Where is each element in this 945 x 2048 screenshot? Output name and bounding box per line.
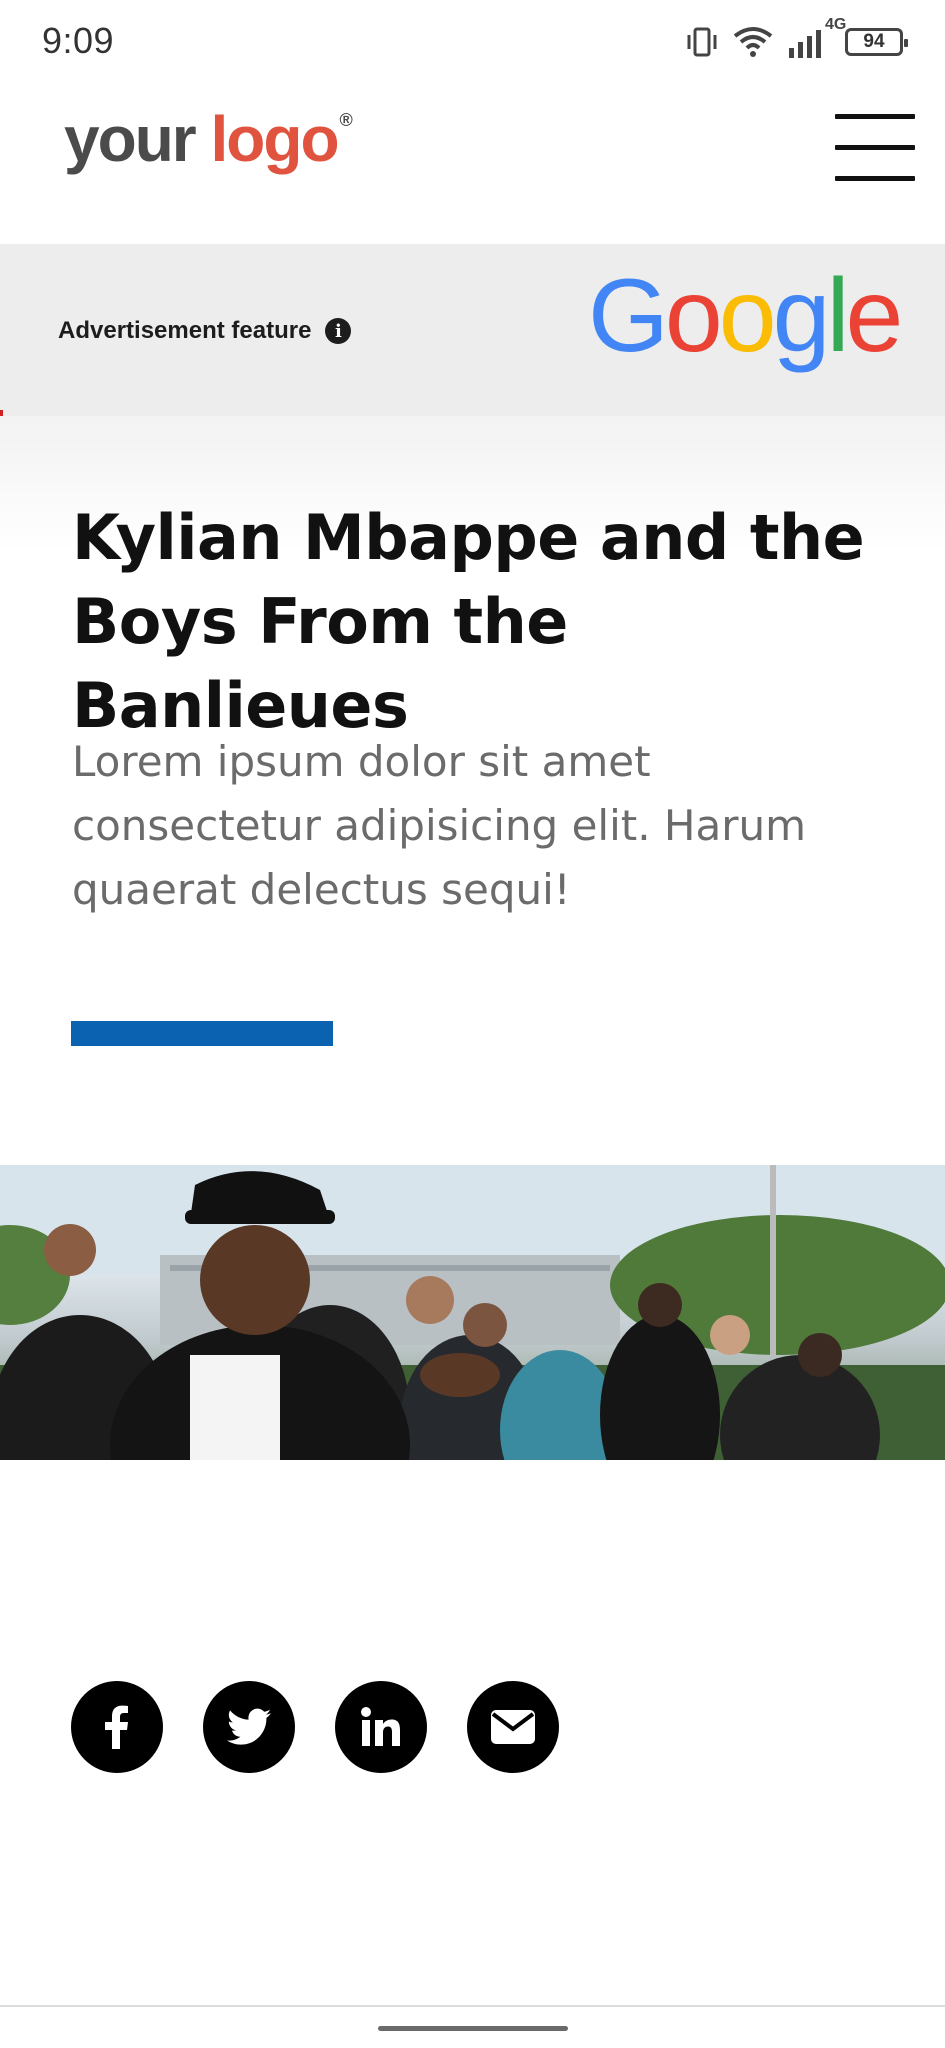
email-icon (491, 1710, 535, 1744)
site-header: your logo ® (0, 84, 945, 244)
article-lede: Lorem ipsum dolor sit amet consectetur a… (72, 737, 807, 914)
logo-text-your: your (64, 103, 197, 175)
wifi-icon (733, 27, 773, 57)
network-type: 4G (825, 16, 847, 33)
hamburger-line (835, 176, 915, 181)
site-logo[interactable]: your logo ® (64, 102, 353, 176)
hamburger-line (835, 114, 915, 119)
share-email-button[interactable] (467, 1681, 559, 1773)
hamburger-menu-icon[interactable] (835, 114, 915, 182)
logo-text-logo: logo (210, 103, 339, 175)
google-letter: o (664, 258, 723, 374)
hamburger-line (835, 145, 915, 150)
share-buttons (71, 1681, 559, 1773)
navigation-divider (0, 2005, 945, 2007)
article-title: Kylian Mbappe and the Boys From the Banl… (72, 501, 865, 742)
hero-photo-illustration (0, 1165, 945, 1460)
advertisement-banner: Advertisement feature i Google (0, 244, 945, 416)
registered-mark: ® (339, 110, 353, 130)
advertisement-label: Advertisement feature i (58, 317, 352, 345)
google-letter: l (826, 258, 849, 374)
battery-level: 94 (863, 31, 885, 52)
share-facebook-button[interactable] (71, 1681, 163, 1773)
google-letter: g (772, 258, 831, 374)
share-linkedin-button[interactable] (335, 1681, 427, 1773)
twitter-icon (227, 1708, 271, 1745)
linkedin-icon (361, 1707, 400, 1746)
vibrate-icon (687, 27, 717, 57)
advertisement-label-text: Advertisement feature (58, 317, 312, 344)
hero-image (0, 1165, 945, 1460)
battery-icon: 94 (845, 28, 908, 56)
status-icons: 4G 94 (685, 16, 908, 66)
share-twitter-button[interactable] (203, 1681, 295, 1773)
google-letter: e (845, 258, 904, 374)
sponsor-google-logo[interactable]: Google (588, 264, 903, 368)
accent-bar (71, 1021, 333, 1046)
google-letter: G (588, 258, 669, 374)
facebook-icon (105, 1705, 128, 1749)
status-time: 9:09 (42, 20, 115, 61)
gesture-navigation-bar[interactable] (378, 2026, 568, 2031)
info-icon[interactable]: i (325, 318, 352, 344)
google-letter: o (718, 258, 777, 374)
status-bar: 9:09 4G 94 (0, 0, 945, 84)
